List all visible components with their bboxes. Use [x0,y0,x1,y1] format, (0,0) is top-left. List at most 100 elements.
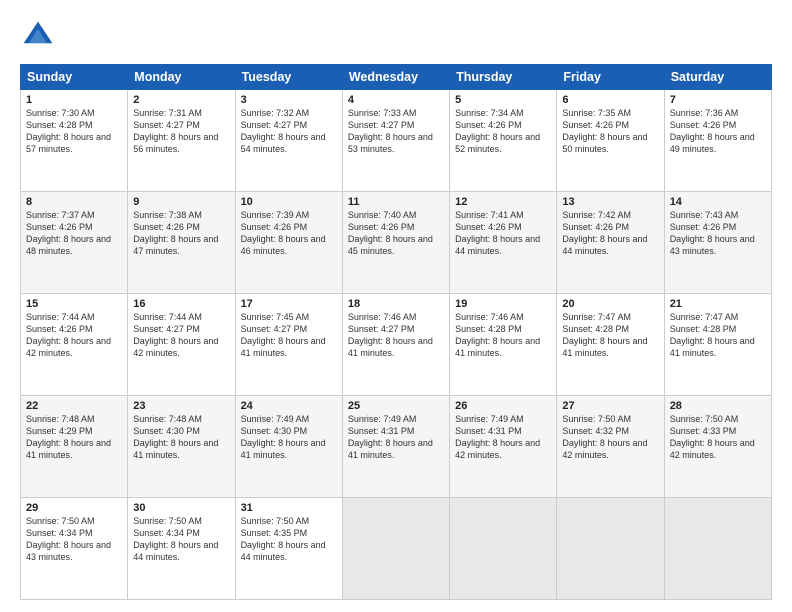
day-number: 10 [241,196,337,208]
day-number: 16 [133,298,229,310]
calendar-day-cell: 20Sunrise: 7:47 AMSunset: 4:28 PMDayligh… [557,294,664,396]
day-info: Sunrise: 7:34 AMSunset: 4:26 PMDaylight:… [455,107,551,156]
calendar-day-cell [342,498,449,600]
calendar-day-cell: 13Sunrise: 7:42 AMSunset: 4:26 PMDayligh… [557,192,664,294]
header [20,18,772,54]
calendar-day-cell: 5Sunrise: 7:34 AMSunset: 4:26 PMDaylight… [450,90,557,192]
day-info: Sunrise: 7:43 AMSunset: 4:26 PMDaylight:… [670,209,766,258]
day-number: 6 [562,94,658,106]
day-number: 3 [241,94,337,106]
calendar-day-cell: 28Sunrise: 7:50 AMSunset: 4:33 PMDayligh… [664,396,771,498]
day-info: Sunrise: 7:37 AMSunset: 4:26 PMDaylight:… [26,209,122,258]
calendar-day-cell: 19Sunrise: 7:46 AMSunset: 4:28 PMDayligh… [450,294,557,396]
logo [20,18,60,54]
calendar-day-cell: 31Sunrise: 7:50 AMSunset: 4:35 PMDayligh… [235,498,342,600]
calendar-day-cell: 24Sunrise: 7:49 AMSunset: 4:30 PMDayligh… [235,396,342,498]
weekday-header: Saturday [664,65,771,90]
day-number: 15 [26,298,122,310]
day-info: Sunrise: 7:49 AMSunset: 4:31 PMDaylight:… [348,413,444,462]
day-info: Sunrise: 7:33 AMSunset: 4:27 PMDaylight:… [348,107,444,156]
day-number: 8 [26,196,122,208]
day-info: Sunrise: 7:50 AMSunset: 4:35 PMDaylight:… [241,515,337,564]
calendar-day-cell: 16Sunrise: 7:44 AMSunset: 4:27 PMDayligh… [128,294,235,396]
day-number: 30 [133,502,229,514]
calendar-day-cell: 9Sunrise: 7:38 AMSunset: 4:26 PMDaylight… [128,192,235,294]
calendar-day-cell: 4Sunrise: 7:33 AMSunset: 4:27 PMDaylight… [342,90,449,192]
day-info: Sunrise: 7:50 AMSunset: 4:34 PMDaylight:… [133,515,229,564]
day-info: Sunrise: 7:50 AMSunset: 4:33 PMDaylight:… [670,413,766,462]
day-info: Sunrise: 7:44 AMSunset: 4:26 PMDaylight:… [26,311,122,360]
calendar-week-row: 1Sunrise: 7:30 AMSunset: 4:28 PMDaylight… [21,90,772,192]
calendar-day-cell: 21Sunrise: 7:47 AMSunset: 4:28 PMDayligh… [664,294,771,396]
day-info: Sunrise: 7:36 AMSunset: 4:26 PMDaylight:… [670,107,766,156]
day-info: Sunrise: 7:30 AMSunset: 4:28 PMDaylight:… [26,107,122,156]
calendar-week-row: 15Sunrise: 7:44 AMSunset: 4:26 PMDayligh… [21,294,772,396]
calendar-day-cell: 30Sunrise: 7:50 AMSunset: 4:34 PMDayligh… [128,498,235,600]
calendar-day-cell: 17Sunrise: 7:45 AMSunset: 4:27 PMDayligh… [235,294,342,396]
calendar-week-row: 29Sunrise: 7:50 AMSunset: 4:34 PMDayligh… [21,498,772,600]
day-info: Sunrise: 7:45 AMSunset: 4:27 PMDaylight:… [241,311,337,360]
calendar-table: SundayMondayTuesdayWednesdayThursdayFrid… [20,64,772,600]
day-info: Sunrise: 7:42 AMSunset: 4:26 PMDaylight:… [562,209,658,258]
calendar-week-row: 22Sunrise: 7:48 AMSunset: 4:29 PMDayligh… [21,396,772,498]
calendar-day-cell: 25Sunrise: 7:49 AMSunset: 4:31 PMDayligh… [342,396,449,498]
day-info: Sunrise: 7:38 AMSunset: 4:26 PMDaylight:… [133,209,229,258]
calendar-day-cell: 2Sunrise: 7:31 AMSunset: 4:27 PMDaylight… [128,90,235,192]
calendar-week-row: 8Sunrise: 7:37 AMSunset: 4:26 PMDaylight… [21,192,772,294]
calendar-day-cell: 26Sunrise: 7:49 AMSunset: 4:31 PMDayligh… [450,396,557,498]
day-number: 21 [670,298,766,310]
day-number: 27 [562,400,658,412]
weekday-header: Tuesday [235,65,342,90]
day-number: 25 [348,400,444,412]
day-number: 23 [133,400,229,412]
day-number: 18 [348,298,444,310]
day-info: Sunrise: 7:39 AMSunset: 4:26 PMDaylight:… [241,209,337,258]
calendar-day-cell [664,498,771,600]
day-info: Sunrise: 7:35 AMSunset: 4:26 PMDaylight:… [562,107,658,156]
day-number: 1 [26,94,122,106]
day-info: Sunrise: 7:49 AMSunset: 4:30 PMDaylight:… [241,413,337,462]
day-info: Sunrise: 7:44 AMSunset: 4:27 PMDaylight:… [133,311,229,360]
day-number: 4 [348,94,444,106]
day-number: 5 [455,94,551,106]
calendar-day-cell: 15Sunrise: 7:44 AMSunset: 4:26 PMDayligh… [21,294,128,396]
day-number: 7 [670,94,766,106]
weekday-header: Monday [128,65,235,90]
calendar-day-cell: 18Sunrise: 7:46 AMSunset: 4:27 PMDayligh… [342,294,449,396]
day-info: Sunrise: 7:50 AMSunset: 4:34 PMDaylight:… [26,515,122,564]
calendar: SundayMondayTuesdayWednesdayThursdayFrid… [20,64,772,600]
calendar-day-cell: 10Sunrise: 7:39 AMSunset: 4:26 PMDayligh… [235,192,342,294]
calendar-day-cell: 23Sunrise: 7:48 AMSunset: 4:30 PMDayligh… [128,396,235,498]
page: SundayMondayTuesdayWednesdayThursdayFrid… [0,0,792,612]
calendar-day-cell [450,498,557,600]
weekday-header: Friday [557,65,664,90]
day-number: 28 [670,400,766,412]
calendar-day-cell: 22Sunrise: 7:48 AMSunset: 4:29 PMDayligh… [21,396,128,498]
logo-icon [20,18,56,54]
calendar-day-cell: 6Sunrise: 7:35 AMSunset: 4:26 PMDaylight… [557,90,664,192]
day-info: Sunrise: 7:31 AMSunset: 4:27 PMDaylight:… [133,107,229,156]
day-info: Sunrise: 7:47 AMSunset: 4:28 PMDaylight:… [670,311,766,360]
day-info: Sunrise: 7:48 AMSunset: 4:30 PMDaylight:… [133,413,229,462]
weekday-header: Wednesday [342,65,449,90]
day-number: 13 [562,196,658,208]
calendar-day-cell: 29Sunrise: 7:50 AMSunset: 4:34 PMDayligh… [21,498,128,600]
day-info: Sunrise: 7:41 AMSunset: 4:26 PMDaylight:… [455,209,551,258]
day-info: Sunrise: 7:40 AMSunset: 4:26 PMDaylight:… [348,209,444,258]
day-info: Sunrise: 7:46 AMSunset: 4:28 PMDaylight:… [455,311,551,360]
calendar-day-cell: 8Sunrise: 7:37 AMSunset: 4:26 PMDaylight… [21,192,128,294]
day-number: 19 [455,298,551,310]
day-number: 12 [455,196,551,208]
calendar-day-cell: 3Sunrise: 7:32 AMSunset: 4:27 PMDaylight… [235,90,342,192]
day-info: Sunrise: 7:49 AMSunset: 4:31 PMDaylight:… [455,413,551,462]
day-info: Sunrise: 7:46 AMSunset: 4:27 PMDaylight:… [348,311,444,360]
calendar-body: 1Sunrise: 7:30 AMSunset: 4:28 PMDaylight… [21,90,772,600]
day-info: Sunrise: 7:32 AMSunset: 4:27 PMDaylight:… [241,107,337,156]
day-info: Sunrise: 7:47 AMSunset: 4:28 PMDaylight:… [562,311,658,360]
calendar-day-cell: 7Sunrise: 7:36 AMSunset: 4:26 PMDaylight… [664,90,771,192]
day-number: 31 [241,502,337,514]
calendar-day-cell [557,498,664,600]
calendar-day-cell: 11Sunrise: 7:40 AMSunset: 4:26 PMDayligh… [342,192,449,294]
day-number: 2 [133,94,229,106]
day-number: 22 [26,400,122,412]
